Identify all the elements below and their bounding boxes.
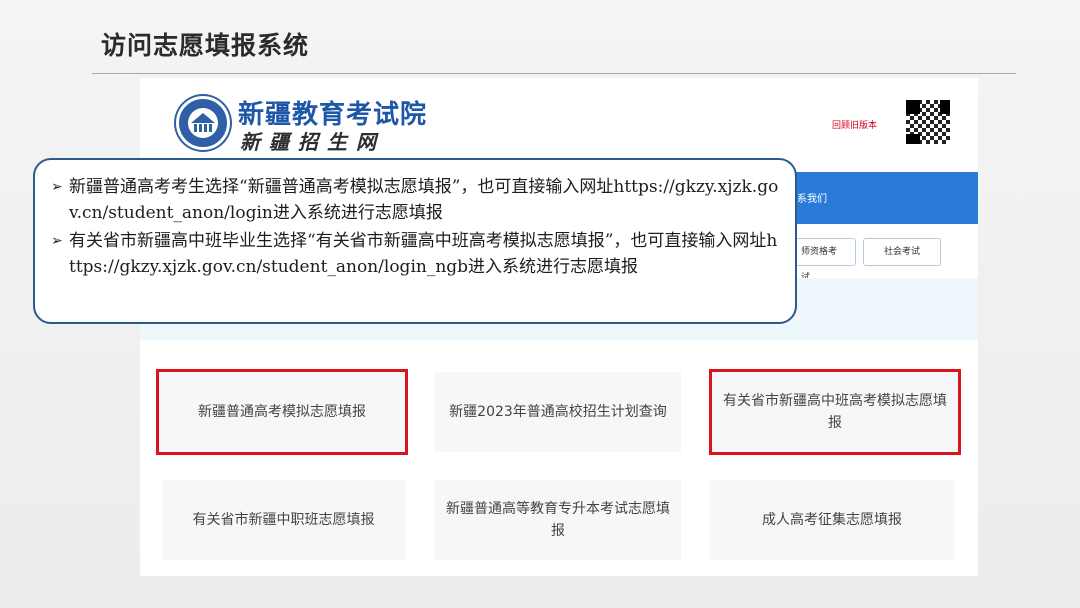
card-general-simulation[interactable]: 新疆普通高考模拟志愿填报 [156,369,408,455]
website-screenshot: 新疆教育考试院 新疆招生网 回顾旧版本 系我们 师资格考试 社会考试 新疆普通高… [140,78,978,576]
qr-code-icon [904,98,952,146]
title-divider [92,73,1016,74]
nav-contact-link[interactable]: 系我们 [797,190,827,205]
card-label: 有关省市新疆中职班志愿填报 [192,512,375,528]
bullet-text: 新疆普通高考考生选择“新疆普通高考模拟志愿填报”，也可直接输入网址https:/… [69,177,779,223]
institute-logo-icon [176,96,230,150]
tab-teacher-exam[interactable]: 师资格考试 [788,238,856,283]
card-label: 新疆普通高考模拟志愿填报 [198,404,366,420]
card-label: 新疆普通高等教育专升本考试志愿填报 [446,501,670,539]
arrow-bullet-icon: ➢ [51,179,63,195]
arrow-bullet-icon: ➢ [51,233,63,249]
card-adult-exam[interactable]: 成人高考征集志愿填报 [710,480,954,560]
card-label: 成人高考征集志愿填报 [762,512,902,528]
slide-title: 访问志愿填报系统 [101,31,310,60]
card-label: 新疆2023年普通高校招生计划查询 [449,404,667,420]
tab-social-exam[interactable]: 社会考试 [863,238,941,266]
card-xinjiang-class-simulation[interactable]: 有关省市新疆高中班高考模拟志愿填报 [709,369,961,455]
card-upgrade-exam[interactable]: 新疆普通高等教育专升本考试志愿填报 [435,480,681,560]
card-vocational-class[interactable]: 有关省市新疆中职班志愿填报 [162,480,405,560]
card-label: 有关省市新疆高中班高考模拟志愿填报 [723,393,947,431]
callout-bullet: ➢ 有关省市新疆高中班毕业生选择“有关省市新疆高中班高考模拟志愿填报”，也可直接… [51,228,781,280]
site-subname: 新疆招生网 [240,130,385,154]
card-plan-query[interactable]: 新疆2023年普通高校招生计划查询 [435,372,681,452]
old-version-link[interactable]: 回顾旧版本 [832,118,877,131]
callout-bullet: ➢ 新疆普通高考考生选择“新疆普通高考模拟志愿填报”，也可直接输入网址https… [51,174,781,226]
instruction-callout: ➢ 新疆普通高考考生选择“新疆普通高考模拟志愿填报”，也可直接输入网址https… [33,158,797,324]
bullet-text: 有关省市新疆高中班毕业生选择“有关省市新疆高中班高考模拟志愿填报”，也可直接输入… [69,231,778,277]
